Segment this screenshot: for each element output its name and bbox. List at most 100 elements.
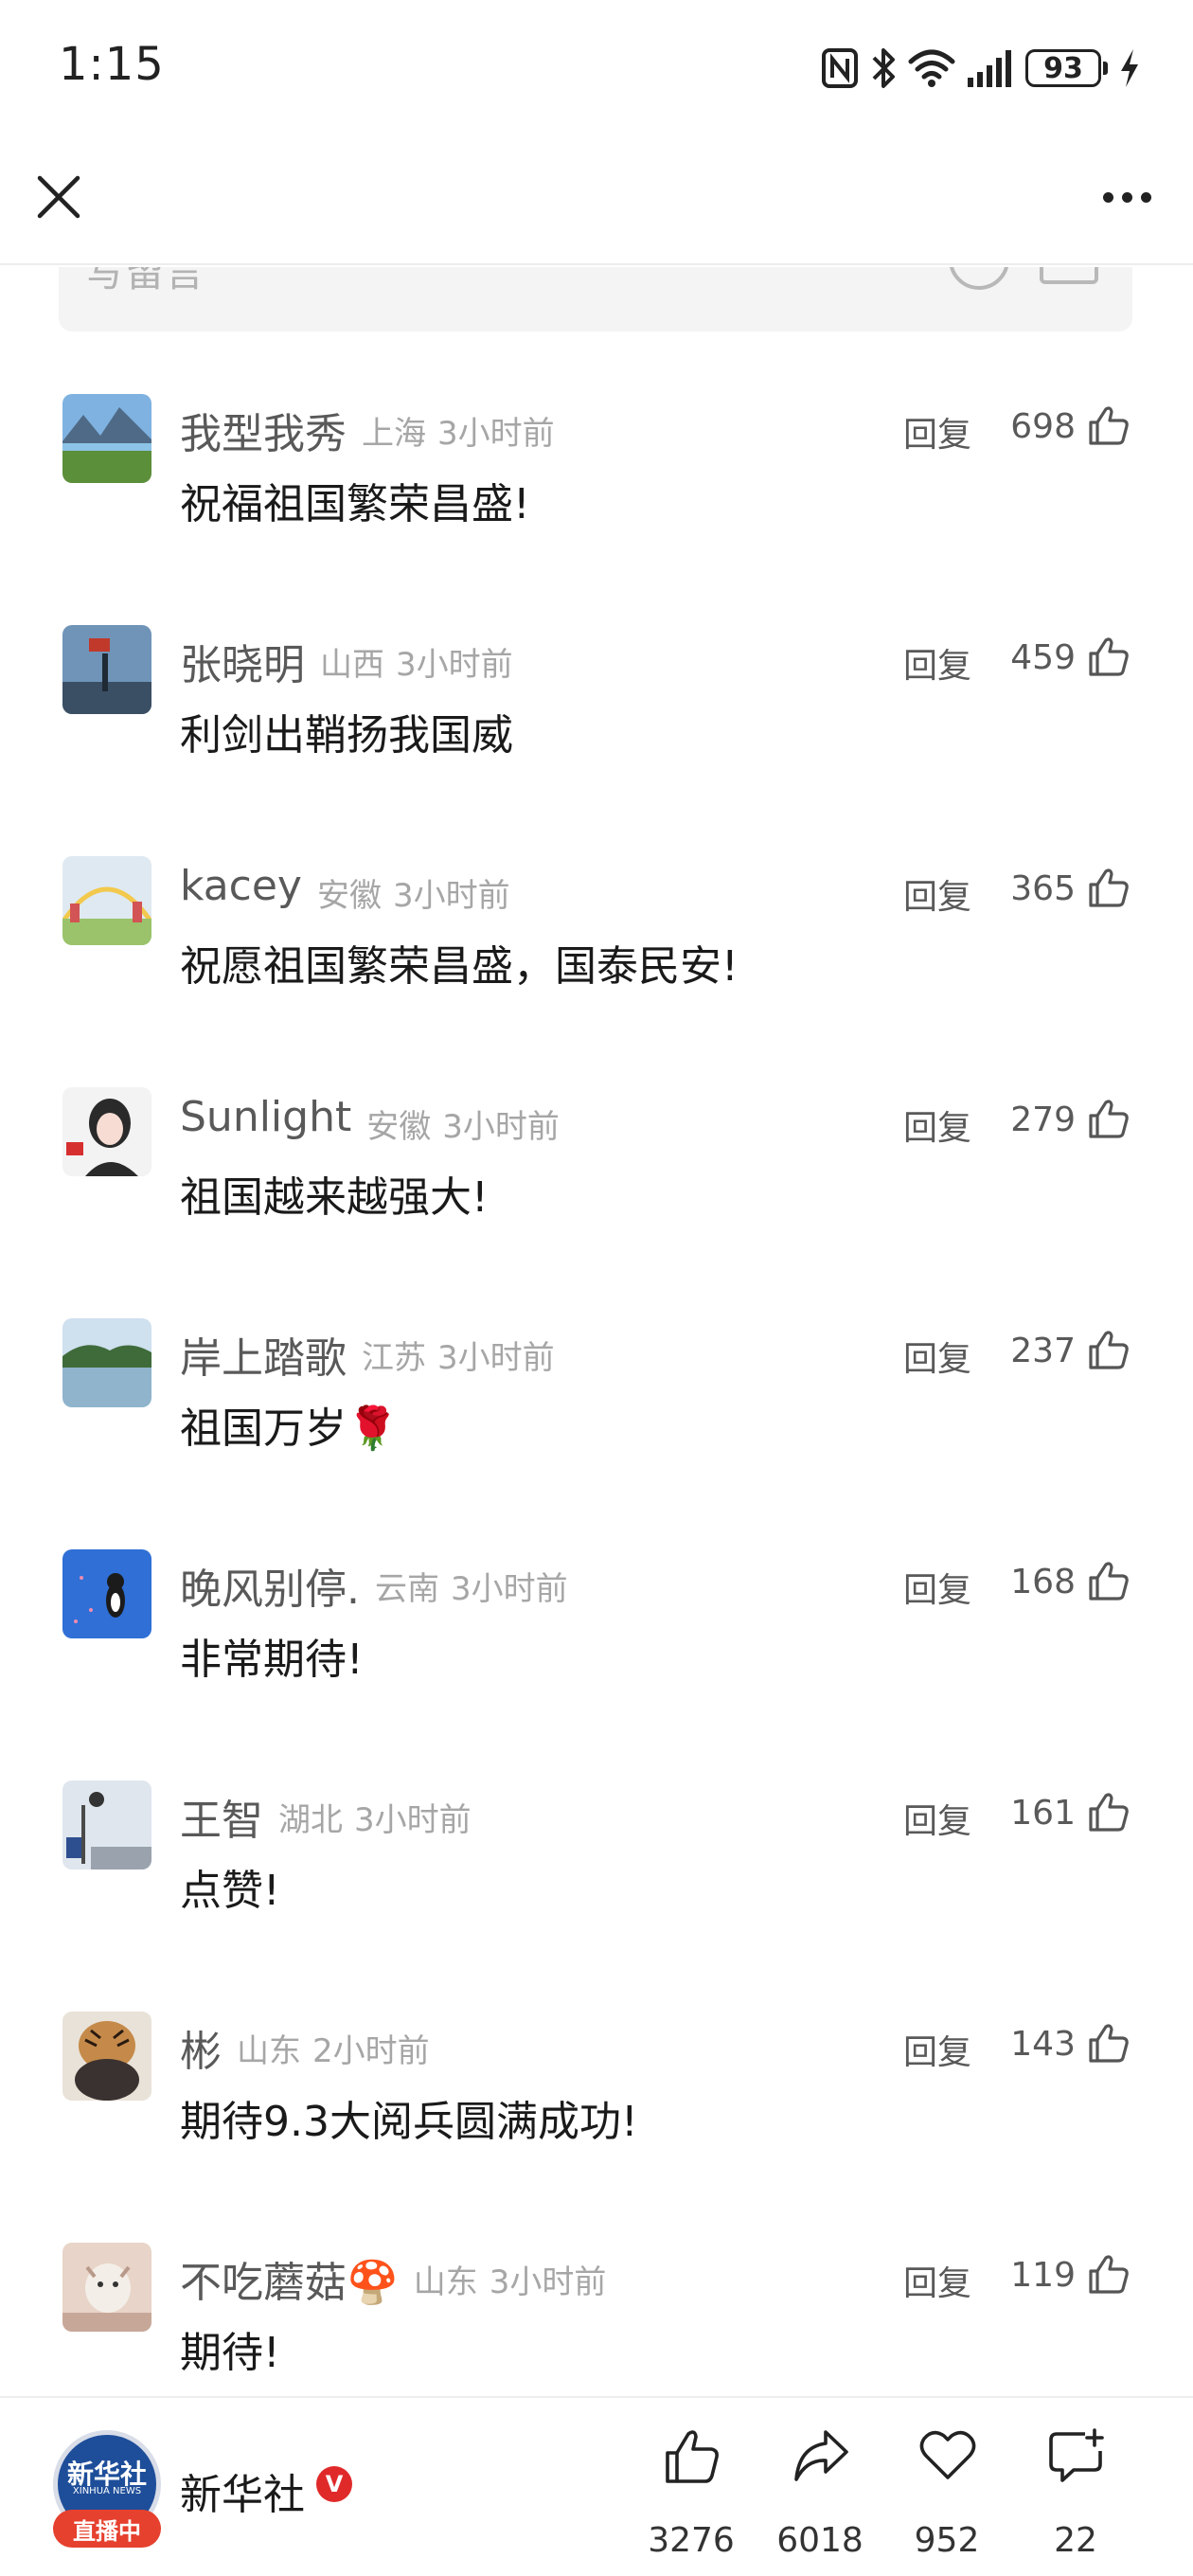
comment-text: 祝愿祖国繁荣昌盛，国泰民安! — [180, 942, 739, 991]
thumb-up-icon[interactable] — [1087, 1097, 1131, 1140]
thumb-up-icon[interactable] — [1087, 2021, 1131, 2065]
comment-text: 点赞! — [180, 1867, 280, 1915]
verified-badge-icon: V — [316, 2466, 352, 2502]
reply-button[interactable]: 回复 — [903, 1100, 971, 1150]
comment-time: 3小时前 — [437, 415, 555, 453]
comment-location: 湖北 — [278, 1801, 343, 1839]
comment-time: 3小时前 — [437, 1339, 555, 1377]
like-action[interactable]: 3276 — [634, 2426, 748, 2560]
comment-author[interactable]: 彬 — [180, 2017, 222, 2078]
comment-time: 3小时前 — [489, 2263, 607, 2301]
avatar[interactable] — [62, 1318, 151, 1407]
battery-icon: 93 — [1025, 49, 1108, 87]
bluetooth-icon — [872, 48, 895, 88]
comment-item: 岸上踏歌 江苏 3小时前 祖国万岁🌹 回复 237 — [0, 1284, 1193, 1515]
comment-author[interactable]: 岸上踏歌 — [180, 1324, 347, 1385]
comment-author[interactable]: 张晓明 — [180, 631, 305, 691]
close-button[interactable] — [28, 167, 89, 227]
comment-item: 我型我秀 上海 3小时前 祝福祖国繁荣昌盛! 回复 698 — [0, 360, 1193, 591]
comment-location: 山西 — [320, 646, 384, 684]
wifi-icon — [908, 49, 955, 87]
like-count: 119 — [1010, 2256, 1076, 2295]
comment-input-placeholder: 写留言 — [85, 267, 205, 295]
signal-icon — [968, 50, 1011, 87]
publisher-logo-subtext: XINHUA NEWS — [72, 2486, 142, 2496]
reply-button[interactable]: 回复 — [903, 1563, 971, 1612]
comment-author[interactable]: 王智 — [180, 1786, 263, 1847]
favorite-total: 952 — [914, 2521, 980, 2560]
comment-item: 晚风别停. 云南 3小时前 非常期待! 回复 168 — [0, 1515, 1193, 1746]
thumb-up-icon[interactable] — [1087, 1559, 1131, 1602]
thumb-up-icon[interactable] — [1087, 1328, 1131, 1371]
avatar[interactable] — [62, 1780, 151, 1869]
avatar[interactable] — [62, 2243, 151, 2332]
comment-meta: 山东 2小时前 — [237, 2025, 430, 2071]
favorite-action[interactable]: 952 — [890, 2426, 1004, 2560]
share-icon — [794, 2430, 848, 2481]
bottom-bar: 新华社 XINHUA NEWS 直播中 新华社 V 3276 6018 952 … — [0, 2396, 1193, 2576]
thumb-up-icon[interactable] — [1087, 1790, 1131, 1834]
avatar[interactable] — [62, 394, 151, 483]
live-badge[interactable]: 直播中 — [53, 2510, 161, 2548]
avatar[interactable] — [62, 625, 151, 714]
reply-button[interactable]: 回复 — [903, 638, 971, 688]
comment-item: Sunlight 安徽 3小时前 祖国越来越强大! 回复 279 — [0, 1053, 1193, 1284]
nav-bar — [0, 133, 1193, 265]
comment-author[interactable]: kacey — [180, 862, 302, 910]
reply-button[interactable]: 回复 — [903, 407, 971, 456]
share-action[interactable]: 6018 — [763, 2426, 877, 2560]
avatar[interactable] — [62, 856, 151, 945]
like-count: 365 — [1010, 869, 1076, 908]
comment-time: 2小时前 — [312, 2032, 430, 2070]
reply-button[interactable]: 回复 — [903, 1332, 971, 1381]
publisher-name[interactable]: 新华社 — [180, 2460, 305, 2521]
comment-author[interactable]: 晚风别停. — [180, 1555, 360, 1616]
status-icons: 93 — [821, 44, 1140, 93]
comment-action[interactable]: 22 — [1019, 2426, 1132, 2560]
comment-author[interactable]: 不吃蘑菇🍄 — [180, 2248, 399, 2309]
reply-button[interactable]: 回复 — [903, 869, 971, 919]
comment-meta: 江苏 3小时前 — [362, 1332, 555, 1378]
more-dot — [1121, 191, 1132, 203]
comment-item: 张晓明 山西 3小时前 利剑出鞘扬我国威 回复 459 — [0, 591, 1193, 822]
thumb-up-icon[interactable] — [1087, 866, 1131, 909]
avatar[interactable] — [62, 1087, 151, 1176]
comment-total: 22 — [1054, 2521, 1097, 2560]
comment-text: 祖国万岁🌹 — [180, 1404, 399, 1453]
comment-meta: 安徽 3小时前 — [317, 869, 510, 916]
like-count: 279 — [1010, 1100, 1076, 1139]
comment-time: 3小时前 — [442, 1108, 560, 1146]
like-count: 161 — [1010, 1794, 1076, 1833]
comment-time: 3小时前 — [354, 1801, 472, 1839]
comment-item: 王智 湖北 3小时前 点赞! 回复 161 — [0, 1746, 1193, 1977]
battery-level: 93 — [1025, 49, 1101, 87]
thumb-up-icon — [666, 2430, 719, 2483]
emoji-icon[interactable] — [949, 267, 1009, 290]
image-icon[interactable] — [1040, 267, 1098, 284]
comment-text: 期待! — [180, 2329, 280, 2377]
thumb-up-icon[interactable] — [1087, 403, 1131, 447]
close-icon — [37, 175, 80, 219]
reply-button[interactable]: 回复 — [903, 2256, 971, 2305]
thumb-up-icon[interactable] — [1087, 2252, 1131, 2296]
comment-meta: 湖北 3小时前 — [278, 1794, 472, 1840]
comment-location: 云南 — [375, 1570, 439, 1608]
thumb-up-icon[interactable] — [1087, 635, 1131, 678]
reply-button[interactable]: 回复 — [903, 1794, 971, 1843]
comment-meta: 云南 3小时前 — [375, 1563, 568, 1609]
like-count: 237 — [1010, 1332, 1076, 1370]
comment-author[interactable]: Sunlight — [180, 1093, 351, 1141]
comment-author[interactable]: 我型我秀 — [180, 400, 347, 460]
reply-button[interactable]: 回复 — [903, 2025, 971, 2074]
comment-item: 彬 山东 2小时前 期待9.3大阅兵圆满成功! 回复 143 — [0, 1977, 1193, 2209]
comment-location: 安徽 — [316, 877, 382, 915]
more-button[interactable] — [1089, 167, 1165, 227]
charging-icon — [1121, 49, 1138, 87]
comment-text: 利剑出鞘扬我国威 — [180, 711, 513, 760]
more-dot — [1102, 191, 1113, 203]
avatar[interactable] — [62, 2012, 151, 2101]
comment-meta: 上海 3小时前 — [362, 407, 555, 454]
comment-text: 非常期待! — [180, 1636, 364, 1684]
comment-input[interactable]: 写留言 — [59, 267, 1132, 331]
avatar[interactable] — [62, 1549, 151, 1638]
